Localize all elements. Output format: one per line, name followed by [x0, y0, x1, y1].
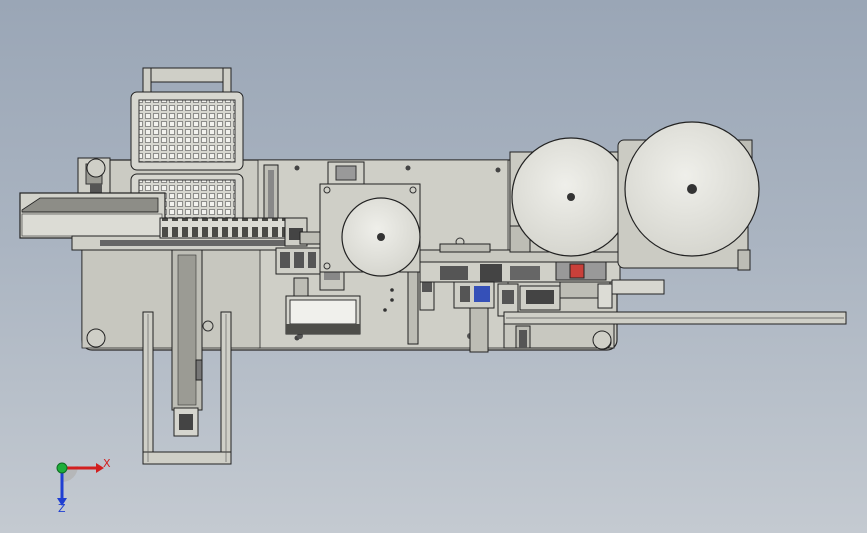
output-extrusion-rail — [503, 311, 847, 350]
coordinate-triad-icon — [56, 462, 104, 506]
axis-x-label: X — [103, 457, 111, 470]
axis-z-label: Z — [58, 502, 66, 515]
small-feeder-disc-assembly — [319, 183, 421, 277]
large-feeder-disc-left — [509, 137, 631, 257]
cad-viewport[interactable]: X Z — [0, 0, 867, 533]
large-feeder-disc-right — [617, 121, 760, 271]
assembly-model-view[interactable] — [0, 0, 867, 533]
slide-tray — [19, 192, 166, 239]
